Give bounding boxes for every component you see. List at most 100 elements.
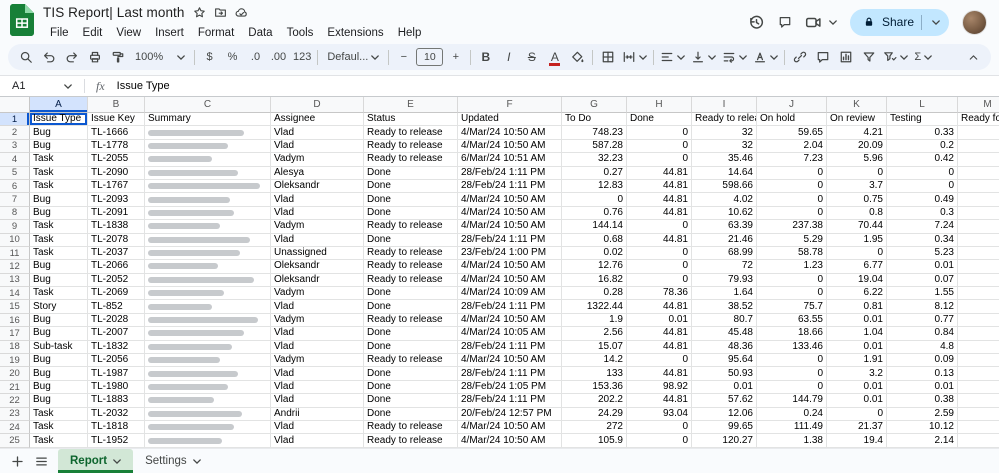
strikethrough-button[interactable]: S — [521, 47, 542, 68]
cell-D20[interactable]: Vlad — [271, 367, 364, 380]
cell-D23[interactable]: Andrii — [271, 408, 364, 421]
cell-G10[interactable]: 0.68 — [562, 234, 627, 247]
cell-B10[interactable]: TL-2078 — [88, 234, 145, 247]
row-header-9[interactable]: 9 — [0, 220, 30, 233]
cell-A11[interactable]: Task — [30, 247, 88, 260]
row-header-15[interactable]: 15 — [0, 300, 30, 313]
cell-H1[interactable]: Done — [627, 113, 692, 126]
cell-E15[interactable]: Done — [364, 300, 458, 313]
cell-F11[interactable]: 23/Feb/24 1:00 PM — [458, 247, 562, 260]
cell-E11[interactable]: Ready to release — [364, 247, 458, 260]
col-header-F[interactable]: F — [458, 97, 562, 113]
menu-edit[interactable]: Edit — [76, 26, 110, 40]
cell-F24[interactable]: 4/Mar/24 10:50 AM — [458, 421, 562, 434]
cell-D6[interactable]: Oleksandr — [271, 180, 364, 193]
cell-G16[interactable]: 1.9 — [562, 314, 627, 327]
cell-D18[interactable]: Vlad — [271, 341, 364, 354]
cell-H23[interactable]: 93.04 — [627, 408, 692, 421]
cell-B6[interactable]: TL-1767 — [88, 180, 145, 193]
font-select[interactable]: Defaul... — [322, 47, 384, 68]
cell-A9[interactable]: Task — [30, 220, 88, 233]
sheets-logo-icon[interactable] — [10, 4, 34, 41]
cell-J3[interactable]: 2.04 — [757, 140, 827, 153]
cell-E7[interactable]: Done — [364, 193, 458, 206]
cell-M12[interactable] — [958, 260, 999, 273]
cell-I13[interactable]: 79.93 — [692, 274, 757, 287]
cell-F16[interactable]: 4/Mar/24 10:50 AM — [458, 314, 562, 327]
cell-B3[interactable]: TL-1778 — [88, 140, 145, 153]
cell-C19[interactable] — [145, 354, 271, 367]
cell-L6[interactable]: 0 — [887, 180, 958, 193]
cell-F20[interactable]: 28/Feb/24 1:11 PM — [458, 367, 562, 380]
join-call-button[interactable] — [805, 14, 837, 31]
functions-button[interactable]: Σ — [912, 47, 934, 68]
col-header-C[interactable]: C — [145, 97, 271, 113]
menu-format[interactable]: Format — [191, 26, 241, 40]
cell-A5[interactable]: Task — [30, 167, 88, 180]
cell-I2[interactable]: 32 — [692, 126, 757, 139]
cell-H3[interactable]: 0 — [627, 140, 692, 153]
cell-E10[interactable]: Done — [364, 234, 458, 247]
cell-J13[interactable]: 0 — [757, 274, 827, 287]
cell-I23[interactable]: 12.06 — [692, 408, 757, 421]
cell-G11[interactable]: 0.02 — [562, 247, 627, 260]
cell-A23[interactable]: Task — [30, 408, 88, 421]
cell-H8[interactable]: 44.81 — [627, 207, 692, 220]
cell-F8[interactable]: 4/Mar/24 10:50 AM — [458, 207, 562, 220]
cell-A18[interactable]: Sub-task — [30, 341, 88, 354]
cell-H21[interactable]: 98.92 — [627, 381, 692, 394]
cell-D11[interactable]: Unassigned — [271, 247, 364, 260]
cell-J8[interactable]: 0 — [757, 207, 827, 220]
cell-H7[interactable]: 44.81 — [627, 193, 692, 206]
cell-H9[interactable]: 0 — [627, 220, 692, 233]
cell-G20[interactable]: 133 — [562, 367, 627, 380]
name-box[interactable]: A1 — [10, 80, 78, 92]
cell-C10[interactable] — [145, 234, 271, 247]
cell-J23[interactable]: 0.24 — [757, 408, 827, 421]
cell-K12[interactable]: 6.77 — [827, 260, 887, 273]
cell-D4[interactable]: Vadym — [271, 153, 364, 166]
cell-M4[interactable] — [958, 153, 999, 166]
row-header-3[interactable]: 3 — [0, 140, 30, 153]
cell-E20[interactable]: Done — [364, 367, 458, 380]
cell-M5[interactable] — [958, 167, 999, 180]
cell-C20[interactable] — [145, 367, 271, 380]
cloud-save-status-icon[interactable] — [235, 6, 248, 19]
move-to-folder-icon[interactable] — [214, 6, 227, 19]
cell-B12[interactable]: TL-2066 — [88, 260, 145, 273]
cell-D5[interactable]: Alesya — [271, 167, 364, 180]
cell-A24[interactable]: Task — [30, 421, 88, 434]
cell-I25[interactable]: 120.27 — [692, 434, 757, 447]
cell-B24[interactable]: TL-1818 — [88, 421, 145, 434]
cell-G21[interactable]: 153.36 — [562, 381, 627, 394]
cell-C18[interactable] — [145, 341, 271, 354]
cell-L23[interactable]: 2.59 — [887, 408, 958, 421]
cell-K5[interactable]: 0 — [827, 167, 887, 180]
cell-C2[interactable] — [145, 126, 271, 139]
cell-C23[interactable] — [145, 408, 271, 421]
cell-L20[interactable]: 0.13 — [887, 367, 958, 380]
cell-I20[interactable]: 50.93 — [692, 367, 757, 380]
cell-G5[interactable]: 0.27 — [562, 167, 627, 180]
cell-L13[interactable]: 0.07 — [887, 274, 958, 287]
bold-button[interactable]: B — [475, 47, 496, 68]
cell-I6[interactable]: 598.66 — [692, 180, 757, 193]
cell-E3[interactable]: Ready to release — [364, 140, 458, 153]
cell-A13[interactable]: Bug — [30, 274, 88, 287]
cell-D10[interactable]: Vlad — [271, 234, 364, 247]
cell-I21[interactable]: 0.01 — [692, 381, 757, 394]
cell-M11[interactable] — [958, 247, 999, 260]
cell-G22[interactable]: 202.2 — [562, 394, 627, 407]
cell-L17[interactable]: 0.84 — [887, 327, 958, 340]
cell-J20[interactable]: 0 — [757, 367, 827, 380]
star-icon[interactable] — [193, 6, 206, 19]
cell-K3[interactable]: 20.09 — [827, 140, 887, 153]
cell-J4[interactable]: 7.23 — [757, 153, 827, 166]
cell-A4[interactable]: Task — [30, 153, 88, 166]
cell-K22[interactable]: 0.01 — [827, 394, 887, 407]
cell-B7[interactable]: TL-2093 — [88, 193, 145, 206]
vertical-align-button[interactable] — [689, 47, 718, 68]
cell-M8[interactable] — [958, 207, 999, 220]
italic-button[interactable]: I — [498, 47, 519, 68]
cell-B25[interactable]: TL-1952 — [88, 434, 145, 447]
